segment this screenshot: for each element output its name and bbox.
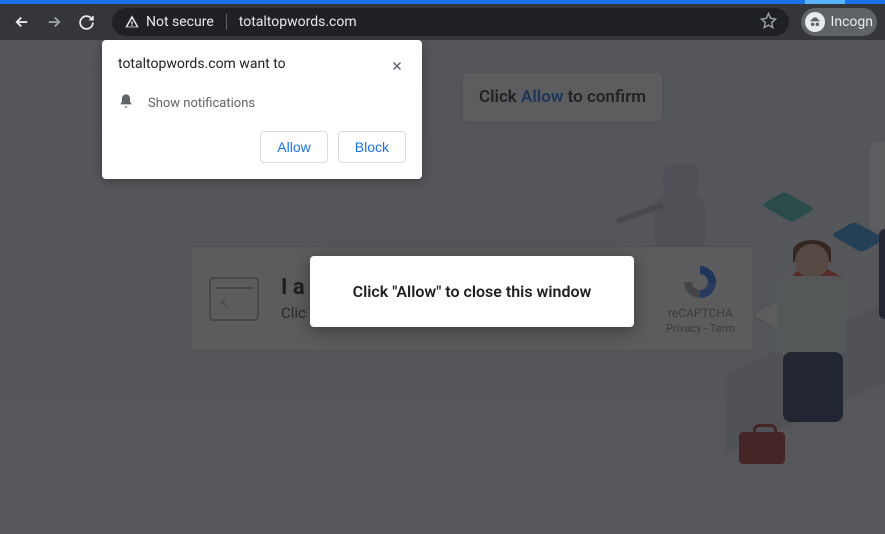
divider — [226, 14, 227, 30]
close-window-popup: Click "Allow" to close this window — [310, 256, 634, 327]
incognito-icon — [805, 12, 825, 32]
forward-button[interactable] — [40, 8, 68, 36]
reload-button[interactable] — [72, 8, 100, 36]
close-icon[interactable] — [388, 56, 406, 79]
back-button[interactable] — [8, 8, 36, 36]
permission-option-label: Show notifications — [148, 96, 255, 111]
permission-title: totaltopwords.com want to — [118, 56, 286, 72]
security-indicator[interactable]: Not secure — [124, 14, 214, 30]
warning-icon — [124, 14, 140, 30]
close-window-text: Click "Allow" to close this window — [353, 282, 592, 301]
url-text: totaltopwords.com — [239, 14, 357, 30]
bookmark-star-icon[interactable] — [760, 12, 777, 33]
incognito-label: Incogn — [831, 14, 873, 30]
allow-button[interactable]: Allow — [260, 131, 327, 163]
incognito-badge[interactable]: Incogn — [801, 8, 877, 36]
bell-icon — [118, 93, 134, 113]
not-secure-label: Not secure — [146, 14, 214, 30]
address-bar[interactable]: Not secure totaltopwords.com — [112, 8, 789, 36]
page-content: Click Allow to confirm ↖ I a Clic reCAPT… — [0, 40, 885, 534]
browser-toolbar: Not secure totaltopwords.com Incogn — [0, 4, 885, 40]
block-button[interactable]: Block — [338, 131, 406, 163]
notification-permission-popup: totaltopwords.com want to Show notificat… — [102, 40, 422, 179]
